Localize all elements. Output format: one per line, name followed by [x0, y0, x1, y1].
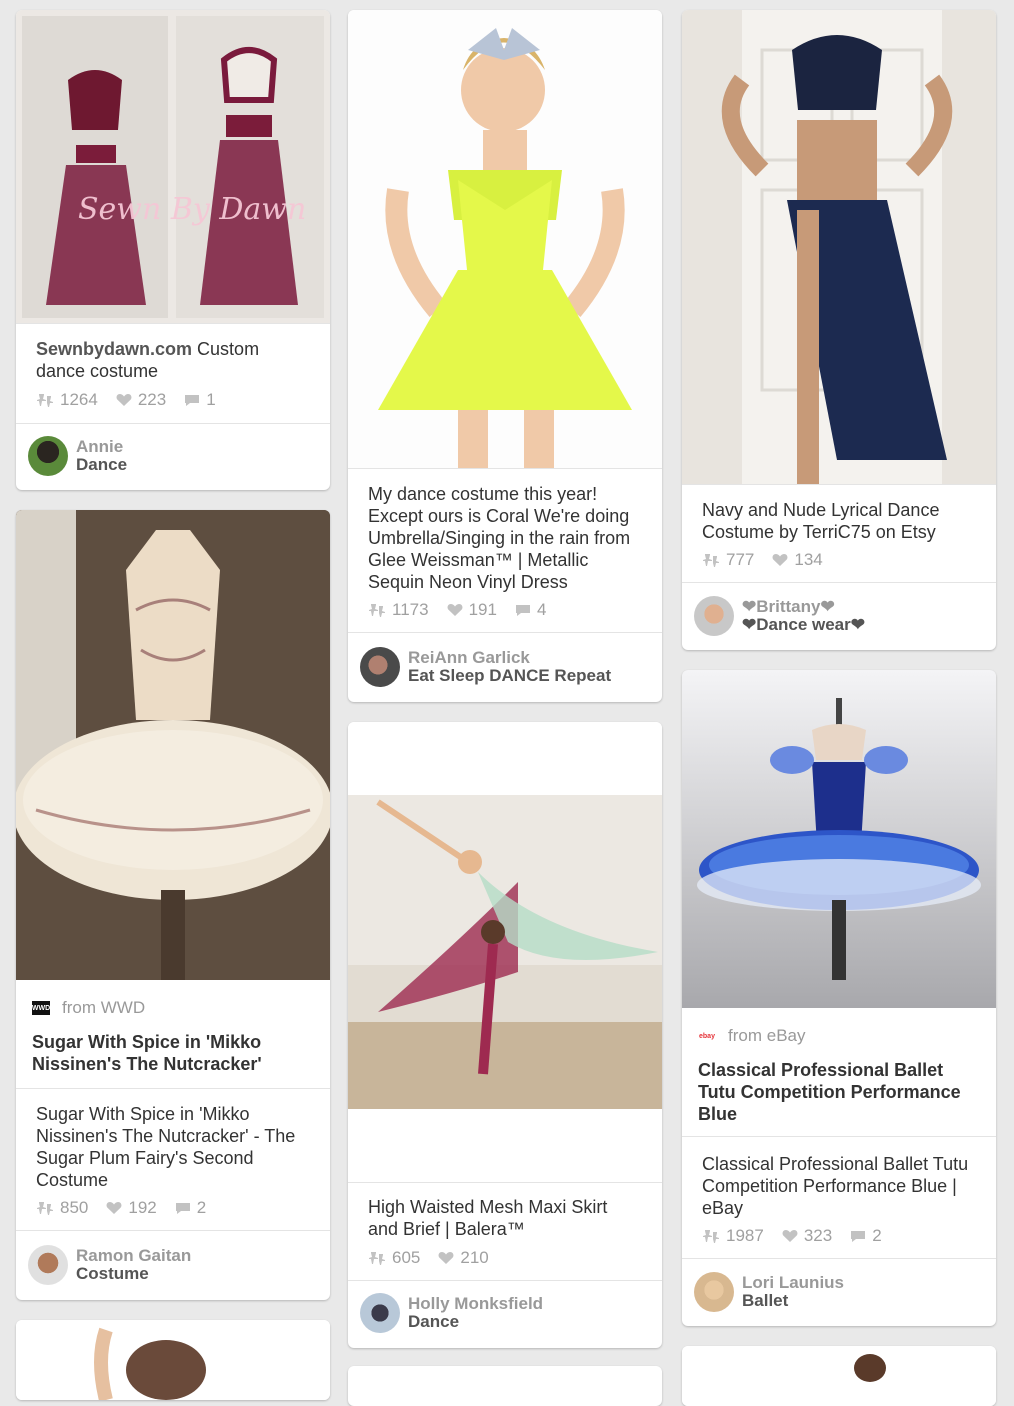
heart-icon — [116, 393, 132, 407]
heart-icon — [782, 1229, 798, 1243]
like-count: 323 — [803, 1226, 833, 1245]
pinner-name[interactable]: Ramon Gaitan — [76, 1247, 191, 1265]
pin-description: Sugar With Spice in 'Mikko Nissinen's Th… — [36, 1104, 296, 1190]
pin-stats: 777 134 — [702, 550, 841, 570]
pinner[interactable]: ❤Brittany❤ ❤Dance wear❤ — [694, 596, 865, 636]
pushpin-icon — [36, 1201, 54, 1215]
avatar[interactable] — [694, 1272, 734, 1312]
pin-stats: 605 210 — [368, 1248, 507, 1268]
rich-pin-title[interactable]: Classical Professional Ballet Tutu Compe… — [698, 1059, 980, 1125]
repin-count: 605 — [392, 1248, 421, 1267]
repin-count: 1264 — [60, 390, 98, 409]
avatar[interactable] — [28, 1245, 68, 1285]
pin-image[interactable] — [16, 1320, 330, 1400]
pin-image[interactable] — [682, 1346, 996, 1406]
pinner-name[interactable]: ReiAnn Garlick — [408, 649, 611, 667]
pin-description: My dance costume this year! Except ours … — [368, 484, 631, 592]
pin-image[interactable] — [16, 510, 330, 980]
board-name[interactable]: Eat Sleep DANCE Repeat — [408, 667, 611, 685]
pinner-name[interactable]: Annie — [76, 438, 127, 456]
board-name[interactable]: Ballet — [742, 1292, 844, 1310]
source-site[interactable]: WWD — [101, 998, 145, 1018]
pushpin-icon — [702, 1229, 720, 1243]
comment-icon — [515, 603, 531, 617]
comment-count: 4 — [536, 600, 547, 619]
pinner-name[interactable]: ❤Brittany❤ — [742, 598, 865, 616]
wwd-logo-icon: WWD — [32, 1001, 50, 1015]
board-name[interactable]: Costume — [76, 1265, 191, 1283]
rich-pin-title[interactable]: Sugar With Spice in 'Mikko Nissinen's Th… — [32, 1031, 314, 1075]
repin-count: 1987 — [726, 1226, 764, 1245]
pushpin-icon — [36, 393, 54, 407]
pin-card[interactable]: My dance costume this year! Except ours … — [348, 10, 662, 702]
avatar[interactable] — [694, 596, 734, 636]
pin-card-partial[interactable] — [16, 1320, 330, 1400]
repin-count: 1173 — [392, 600, 429, 619]
pin-card[interactable]: Navy and Nude Lyrical Dance Costume by T… — [682, 10, 996, 650]
heart-icon — [772, 553, 788, 567]
like-count: 192 — [128, 1198, 157, 1217]
source-prefix: from — [728, 1026, 762, 1045]
like-count: 210 — [460, 1248, 489, 1267]
pinner[interactable]: Ramon Gaitan Costume — [28, 1245, 191, 1285]
comment-icon — [175, 1201, 191, 1215]
pin-image[interactable] — [348, 722, 662, 1182]
repin-count: 777 — [726, 550, 755, 569]
pin-card[interactable]: ebay from eBay Classical Professional Ba… — [682, 670, 996, 1326]
pin-description: High Waisted Mesh Maxi Skirt and Brief |… — [368, 1197, 608, 1239]
pin-card[interactable]: High Waisted Mesh Maxi Skirt and Brief |… — [348, 722, 662, 1348]
pushpin-icon — [368, 1251, 386, 1265]
pin-card[interactable]: Sewn By Dawn Sewnbydawn.com Custom dance… — [16, 10, 330, 490]
pin-card-partial[interactable] — [348, 1366, 662, 1406]
heart-icon — [106, 1201, 122, 1215]
pin-image[interactable] — [682, 10, 996, 484]
pin-description: Navy and Nude Lyrical Dance Costume by T… — [702, 500, 940, 542]
like-count: 223 — [137, 390, 167, 409]
source-site[interactable]: eBay — [767, 1026, 806, 1046]
avatar[interactable] — [360, 647, 400, 687]
pin-description: Classical Professional Ballet Tutu Compe… — [702, 1154, 969, 1218]
pinner-name[interactable]: Lori Launius — [742, 1274, 844, 1292]
pin-image[interactable]: Sewn By Dawn — [16, 10, 330, 324]
pin-stats: 1264 223 1 — [36, 390, 234, 410]
pin-source[interactable]: ebay from eBay — [698, 1026, 805, 1046]
like-count: 191 — [468, 600, 497, 619]
image-watermark: Sewn By Dawn — [78, 192, 307, 227]
repin-count: 850 — [60, 1198, 89, 1217]
comment-count: 2 — [196, 1198, 207, 1217]
board-name[interactable]: Dance — [408, 1313, 543, 1331]
pinner[interactable]: Holly Monksfield Dance — [360, 1293, 543, 1333]
pin-stats: 1987 323 2 — [702, 1226, 900, 1246]
pin-description: Sewnbydawn.com Custom dance costume — [36, 339, 260, 381]
pin-source[interactable]: WWD from WWD — [32, 998, 145, 1018]
comment-icon — [184, 393, 200, 407]
pinner[interactable]: Annie Dance — [28, 436, 127, 476]
avatar[interactable] — [360, 1293, 400, 1333]
pin-image[interactable] — [682, 670, 996, 1008]
board-name[interactable]: ❤Dance wear❤ — [742, 616, 865, 634]
pin-card[interactable]: WWD from WWD Sugar With Spice in 'Mikko … — [16, 510, 330, 1300]
heart-icon — [438, 1251, 454, 1265]
pushpin-icon — [368, 603, 386, 617]
ebay-logo-icon: ebay — [699, 1032, 715, 1040]
source-prefix: from — [62, 998, 96, 1017]
pin-stats: 1173 191 4 — [368, 600, 564, 620]
pin-image[interactable] — [348, 10, 662, 468]
heart-icon — [447, 603, 463, 617]
avatar[interactable] — [28, 436, 68, 476]
like-count: 134 — [794, 550, 823, 569]
pin-card-partial[interactable] — [682, 1346, 996, 1406]
pinner-name[interactable]: Holly Monksfield — [408, 1295, 543, 1313]
comment-count: 2 — [872, 1226, 882, 1245]
comment-count: 1 — [206, 390, 216, 409]
pushpin-icon — [702, 553, 720, 567]
comment-icon — [850, 1229, 866, 1243]
pin-stats: 850 192 2 — [36, 1198, 224, 1218]
pinner[interactable]: ReiAnn Garlick Eat Sleep DANCE Repeat — [360, 647, 611, 687]
board-name[interactable]: Dance — [76, 456, 127, 474]
pinner[interactable]: Lori Launius Ballet — [694, 1272, 844, 1312]
